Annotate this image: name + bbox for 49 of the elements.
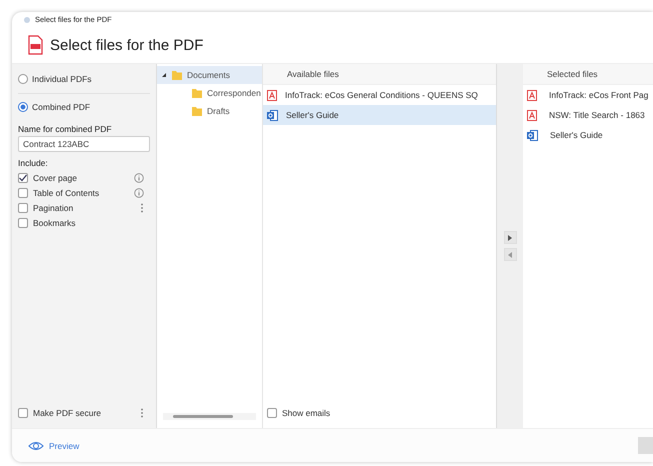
- checkbox[interactable]: [267, 408, 277, 418]
- info-icon: [134, 188, 144, 198]
- add-button[interactable]: [504, 231, 516, 244]
- radio-label: Combined PDF: [32, 102, 90, 112]
- scrollbar[interactable]: [163, 413, 256, 420]
- pdf-file-icon: [267, 90, 277, 100]
- field-label: Name for combined PDF: [18, 124, 113, 134]
- file-row[interactable]: Seller's Guide: [523, 125, 653, 145]
- checkbox-label: Make PDF secure: [33, 408, 102, 418]
- radio-button[interactable]: [18, 74, 28, 84]
- checkbox[interactable]: [18, 218, 28, 228]
- right-arrow-icon: [507, 234, 513, 240]
- checkbox-label: Cover page: [33, 172, 78, 182]
- checkbox[interactable]: [18, 408, 28, 418]
- folder-item[interactable]: Drafts: [157, 102, 262, 120]
- eye-icon: [28, 440, 44, 452]
- checkbox-label: Table of Contents: [33, 188, 100, 198]
- pdf-file-icon: [28, 35, 43, 55]
- checkbox[interactable]: [18, 172, 28, 182]
- preview-button[interactable]: Preview: [26, 438, 82, 454]
- more-icon: [140, 202, 144, 212]
- column-header[interactable]: Selected files: [523, 64, 653, 85]
- radio-label: Individual PDFs: [32, 74, 92, 84]
- dialog-title: Select files for the PDF: [50, 36, 204, 54]
- checkbox-label: Bookmarks: [33, 218, 77, 228]
- app-icon: [24, 16, 30, 22]
- file-row[interactable]: InfoTrack: eCos Front Pag: [523, 85, 653, 105]
- file-row[interactable]: InfoTrack: eCos General Conditions - QUEENS SQ: [263, 85, 496, 105]
- left-arrow-icon: [507, 252, 513, 258]
- section-label: Include:: [18, 158, 49, 168]
- file-row[interactable]: NSW: Title Search - 1863: [523, 105, 653, 125]
- folder-item[interactable]: Corresponden: [157, 84, 262, 102]
- checkbox[interactable]: [18, 188, 28, 198]
- more-icon: [140, 408, 144, 418]
- name-input-field[interactable]: Contract 123ABC: [18, 136, 150, 152]
- pdf-file-icon: [527, 90, 537, 100]
- column-header[interactable]: Available files: [263, 64, 496, 85]
- radio-button[interactable]: [18, 102, 28, 112]
- folder-item[interactable]: Documents: [157, 66, 262, 84]
- checkbox-label: Pagination: [33, 202, 74, 212]
- remove-button[interactable]: [504, 248, 516, 261]
- info-icon: [134, 172, 144, 182]
- document-file-icon: [527, 130, 538, 140]
- document-file-icon: [267, 110, 278, 120]
- checkbox-label: Show emails: [282, 408, 330, 418]
- pdf-file-icon: [527, 110, 537, 120]
- file-row[interactable]: Seller's Guide: [263, 105, 496, 125]
- check-icon: [18, 172, 28, 182]
- checkbox[interactable]: [18, 202, 28, 212]
